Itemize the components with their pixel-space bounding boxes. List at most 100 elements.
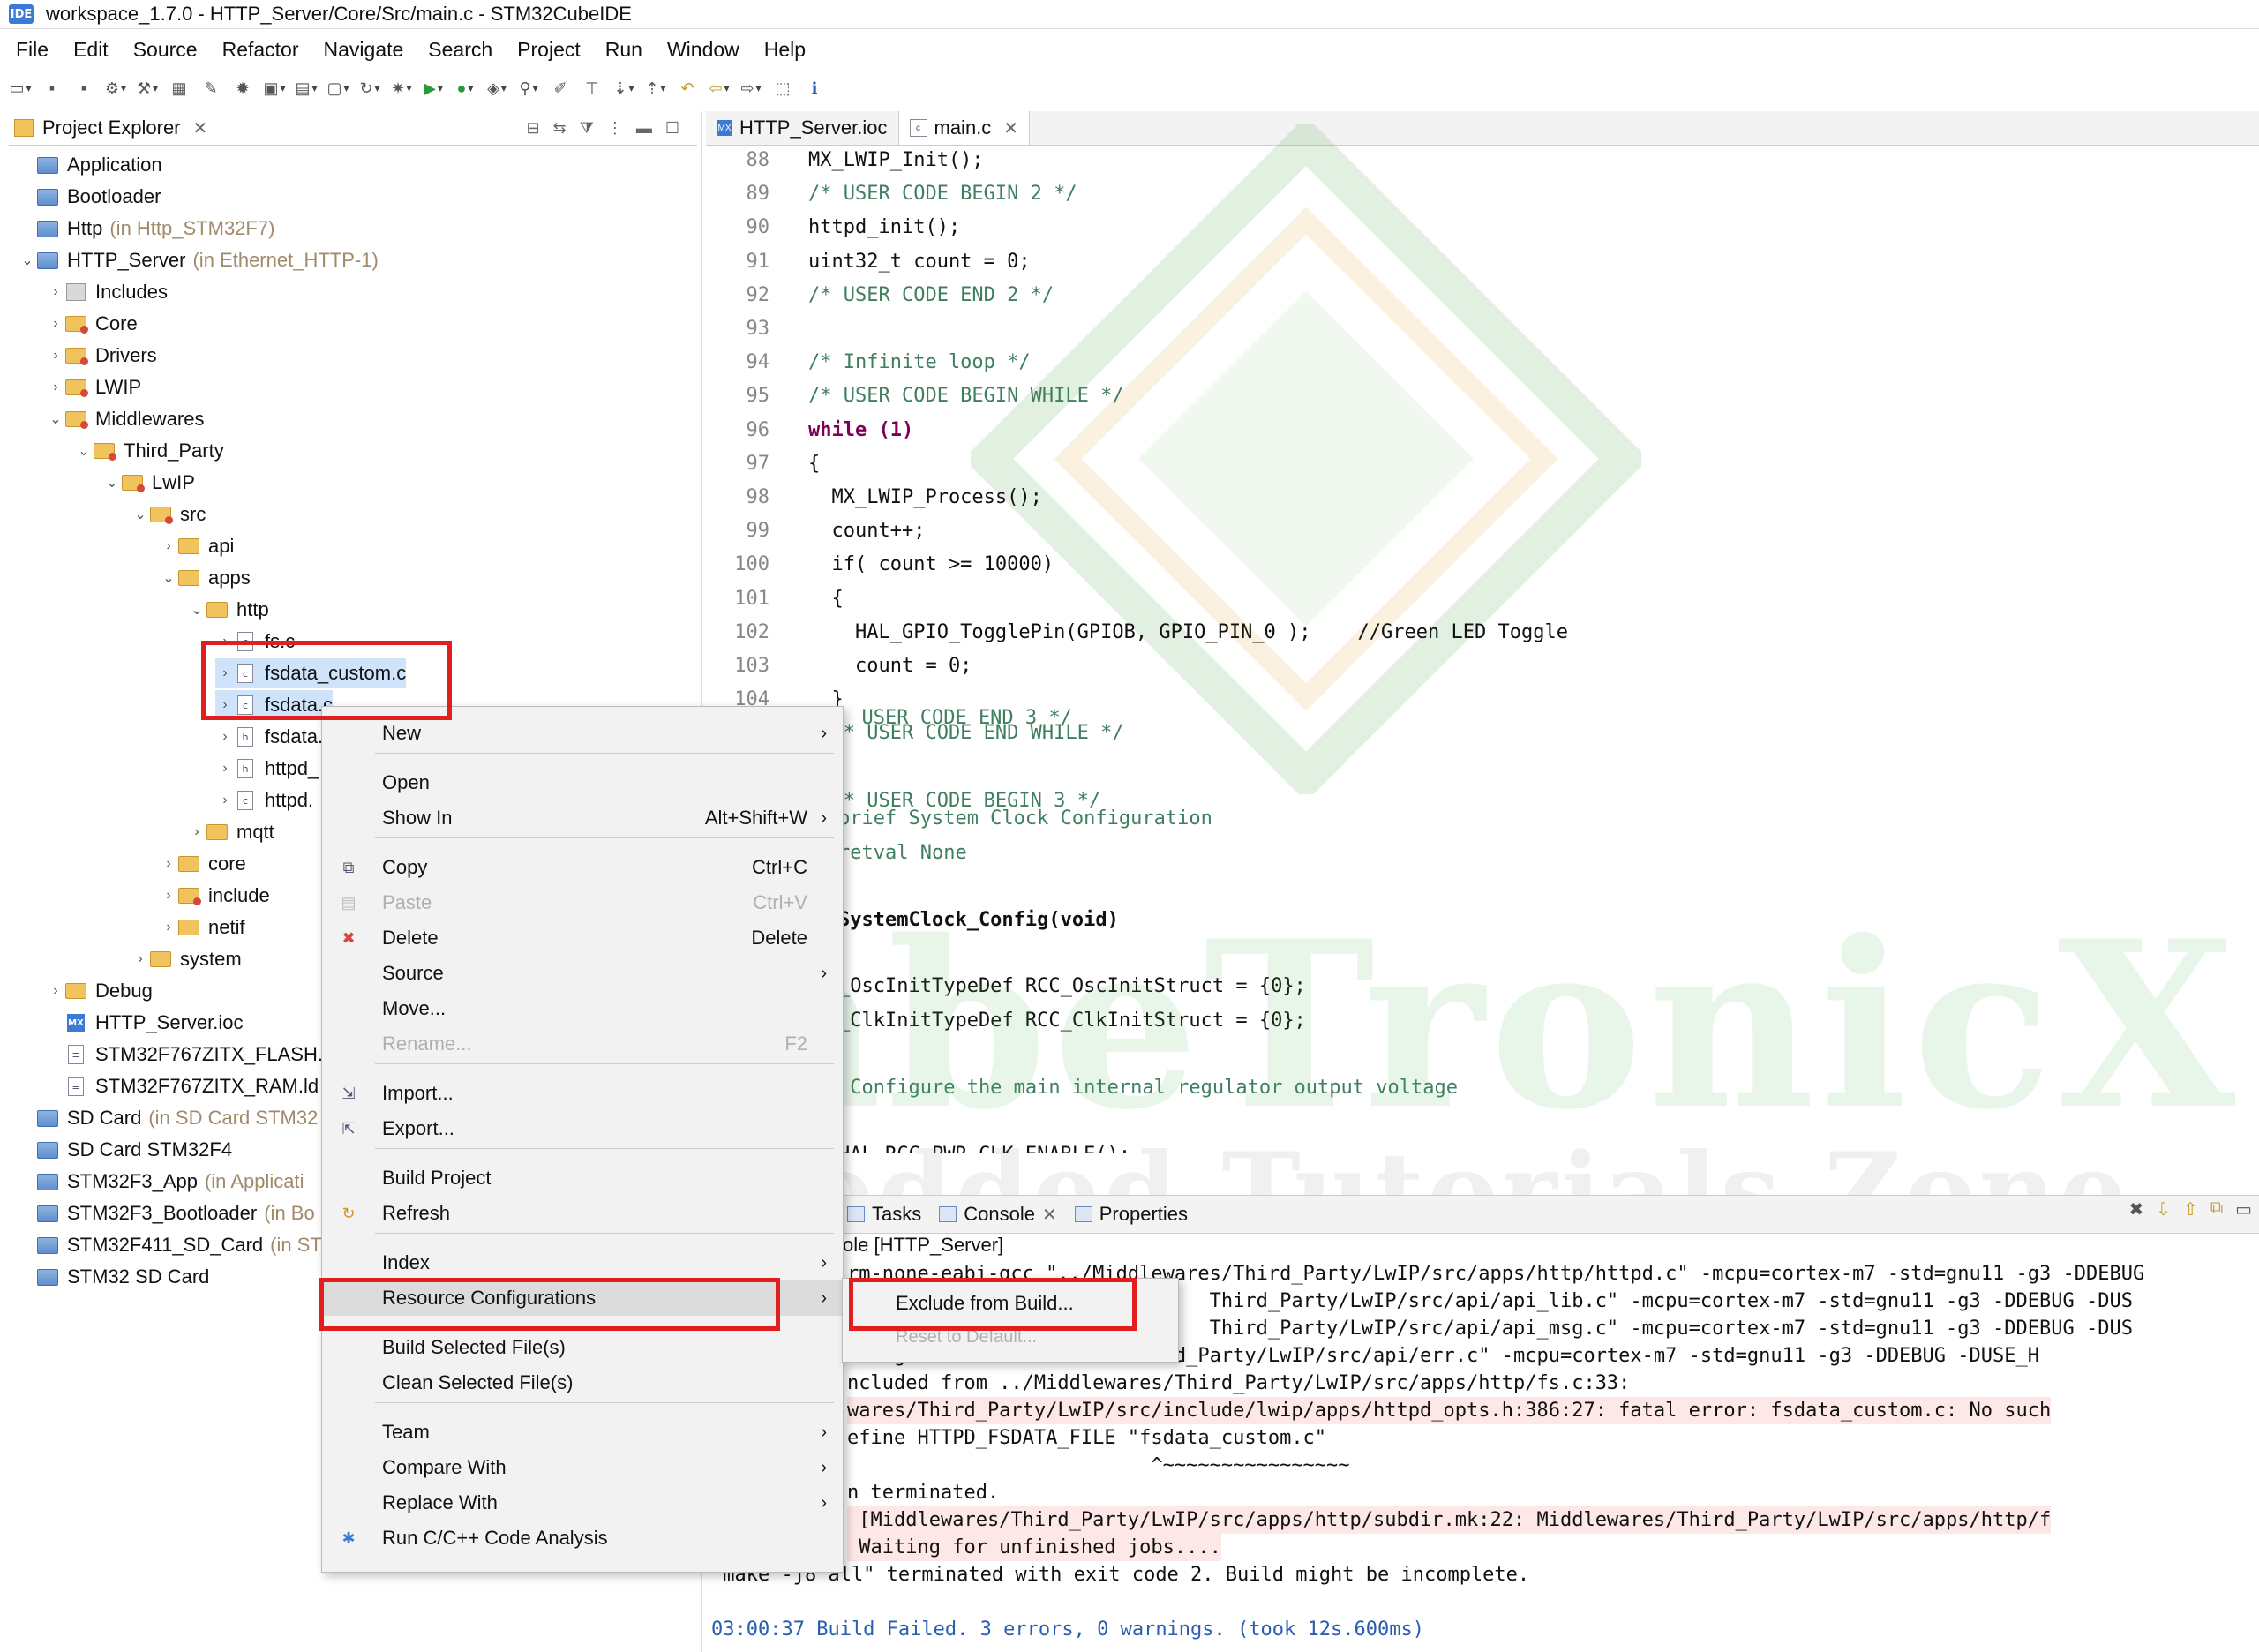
menu-refactor[interactable]: Refactor — [222, 38, 299, 62]
next-annotation-icon[interactable]: ⇣ — [612, 77, 635, 100]
annotation-icon[interactable]: ✐ — [549, 77, 572, 100]
prev-error-icon[interactable]: ⇧ — [2183, 1198, 2198, 1220]
tree-item[interactable]: › h httpd_ — [215, 754, 319, 784]
tree-item[interactable]: ⌄ apps — [159, 563, 250, 593]
back-icon[interactable]: ⇦ — [708, 77, 731, 100]
new-icon[interactable]: ▭ — [9, 77, 32, 100]
close-icon[interactable]: ✕ — [193, 117, 208, 139]
menu-item-new[interactable]: New › — [322, 716, 843, 751]
tab-http-server-ioc[interactable]: MX HTTP_Server.ioc — [706, 111, 898, 145]
tree-item[interactable]: › mqtt — [187, 817, 274, 847]
chevron-right-icon[interactable]: › — [46, 379, 65, 395]
menu-item-refresh[interactable]: ↻ Refresh — [322, 1196, 843, 1231]
chevron-down-icon[interactable]: ⌄ — [74, 442, 94, 460]
settings-gear-icon[interactable]: ⚙ — [104, 77, 127, 100]
run-external-icon[interactable]: ● — [454, 77, 477, 100]
open-perspective-icon[interactable]: ⬚ — [771, 77, 794, 100]
copy-build-log-icon[interactable]: ⧉ — [2210, 1198, 2223, 1220]
tab-tasks[interactable]: Tasks — [847, 1203, 921, 1226]
tree-item[interactable]: › netif — [159, 912, 244, 942]
menu-item-import[interactable]: ⇲ Import... — [322, 1076, 843, 1111]
next-error-icon[interactable]: ⇩ — [2156, 1198, 2171, 1220]
tree-item[interactable]: ⌄ http — [187, 595, 268, 625]
menu-window[interactable]: Window — [667, 38, 739, 62]
last-edit-icon[interactable]: ↶ — [676, 77, 699, 100]
tree-item[interactable]: › api — [159, 531, 234, 561]
tree-item[interactable]: ⌄ Middlewares — [46, 404, 204, 434]
chevron-down-icon[interactable]: ⌄ — [159, 569, 178, 587]
menu-item-move[interactable]: Move... — [322, 991, 843, 1026]
collapse-all-icon[interactable]: ⊟ — [527, 119, 540, 137]
chevron-down-icon[interactable]: ⌄ — [131, 506, 150, 523]
chevron-right-icon[interactable]: › — [131, 951, 150, 967]
refresh-cycle-icon[interactable]: ↻ — [358, 77, 381, 100]
tree-item[interactable]: › Drivers — [46, 341, 156, 371]
menu-item-show-in[interactable]: Show In Alt+Shift+W › — [322, 800, 843, 836]
tree-item[interactable]: ⌄ src — [131, 499, 206, 529]
chevron-right-icon[interactable]: › — [159, 888, 178, 904]
chevron-right-icon[interactable]: › — [159, 920, 178, 935]
chevron-right-icon[interactable]: › — [159, 538, 178, 554]
menu-item-clean-selected-file-s[interactable]: Clean Selected File(s) — [322, 1365, 843, 1400]
menu-source[interactable]: Source — [133, 38, 198, 62]
minimize-icon[interactable]: ▬ — [636, 119, 652, 137]
open-folder-icon[interactable]: ▤ — [295, 77, 318, 100]
run-play-icon[interactable]: ▶ — [422, 77, 445, 100]
project-explorer-tab[interactable]: Project Explorer ✕ ⊟ ⇆ ⧩ ⋮ ▬ ☐ — [9, 111, 697, 146]
menu-project[interactable]: Project — [517, 38, 581, 62]
menu-file[interactable]: File — [16, 38, 49, 62]
tree-item[interactable]: SD Card STM32F4 — [18, 1135, 232, 1165]
chevron-down-icon[interactable]: ⌄ — [18, 252, 37, 269]
tree-item[interactable]: › h fsdata. — [215, 722, 323, 752]
debug-icon[interactable]: ✷ — [390, 77, 413, 100]
tree-item[interactable]: › Core — [46, 309, 137, 339]
tree-item[interactable]: ⌄ Third_Party — [74, 436, 223, 466]
tree-item[interactable]: SD Card (in SD Card STM32 — [18, 1103, 318, 1133]
chevron-right-icon[interactable]: › — [159, 856, 178, 872]
menu-item-source[interactable]: Source › — [322, 956, 843, 991]
menu-item-open[interactable]: Open — [322, 765, 843, 800]
menu-run[interactable]: Run — [605, 38, 642, 62]
save-all-icon[interactable]: ▪ — [72, 77, 95, 100]
new-file-icon[interactable]: ▢ — [326, 77, 349, 100]
menu-item-team[interactable]: Team › — [322, 1415, 843, 1450]
device-config-icon[interactable]: ▣ — [263, 77, 286, 100]
tree-item[interactable]: ⌄ LwIP — [102, 468, 195, 498]
chevron-right-icon[interactable]: › — [187, 824, 206, 840]
view-menu-icon[interactable]: ⋮ — [607, 119, 623, 137]
menu-item-build-project[interactable]: Build Project — [322, 1160, 843, 1196]
menu-item-compare-with[interactable]: Compare With › — [322, 1450, 843, 1485]
tree-item[interactable]: › core — [159, 849, 245, 879]
tree-item[interactable]: › include — [159, 881, 269, 911]
tree-item[interactable]: › c httpd. — [215, 785, 313, 815]
chevron-right-icon[interactable]: › — [46, 316, 65, 332]
tree-item[interactable]: MX HTTP_Server.ioc — [46, 1008, 244, 1038]
close-icon[interactable]: ✕ — [1042, 1204, 1057, 1226]
tree-item[interactable]: ≡ STM32F767ZITX_FLASH.l — [46, 1040, 327, 1070]
chevron-down-icon[interactable]: ⌄ — [187, 601, 206, 619]
forward-icon[interactable]: ⇨ — [739, 77, 762, 100]
tree-item[interactable]: › Includes — [46, 277, 168, 307]
info-icon[interactable]: ℹ — [803, 77, 826, 100]
menu-item-delete[interactable]: ✖ Delete Delete — [322, 920, 843, 956]
menu-search[interactable]: Search — [428, 38, 492, 62]
tree-item[interactable]: STM32F3_App (in Applicati — [18, 1167, 304, 1197]
tree-item[interactable]: › LWIP — [46, 372, 141, 402]
tab-console[interactable]: Console ✕ — [939, 1203, 1057, 1226]
chevron-right-icon[interactable]: › — [215, 792, 235, 808]
tree-item[interactable]: › Debug — [46, 976, 153, 1006]
link-editor-icon[interactable]: ⇆ — [553, 119, 567, 137]
bug-icon[interactable]: ✹ — [231, 77, 254, 100]
menu-item-build-selected-file-s[interactable]: Build Selected File(s) — [322, 1330, 843, 1365]
save-icon[interactable]: ▪ — [41, 77, 64, 100]
tree-item[interactable]: ≡ STM32F767ZITX_RAM.ld — [46, 1071, 319, 1101]
chevron-right-icon[interactable]: › — [215, 729, 235, 745]
tree-item[interactable]: STM32 SD Card — [18, 1262, 209, 1292]
menu-item-export[interactable]: ⇱ Export... — [322, 1111, 843, 1146]
tab-properties[interactable]: Properties — [1074, 1203, 1188, 1226]
pin-icon[interactable]: ⊤ — [581, 77, 604, 100]
clear-console-icon[interactable]: ✖ — [2129, 1198, 2144, 1220]
chevron-right-icon[interactable]: › — [46, 983, 65, 999]
menu-navigate[interactable]: Navigate — [324, 38, 404, 62]
tree-item[interactable]: STM32F3_Bootloader (in Bo — [18, 1198, 315, 1228]
